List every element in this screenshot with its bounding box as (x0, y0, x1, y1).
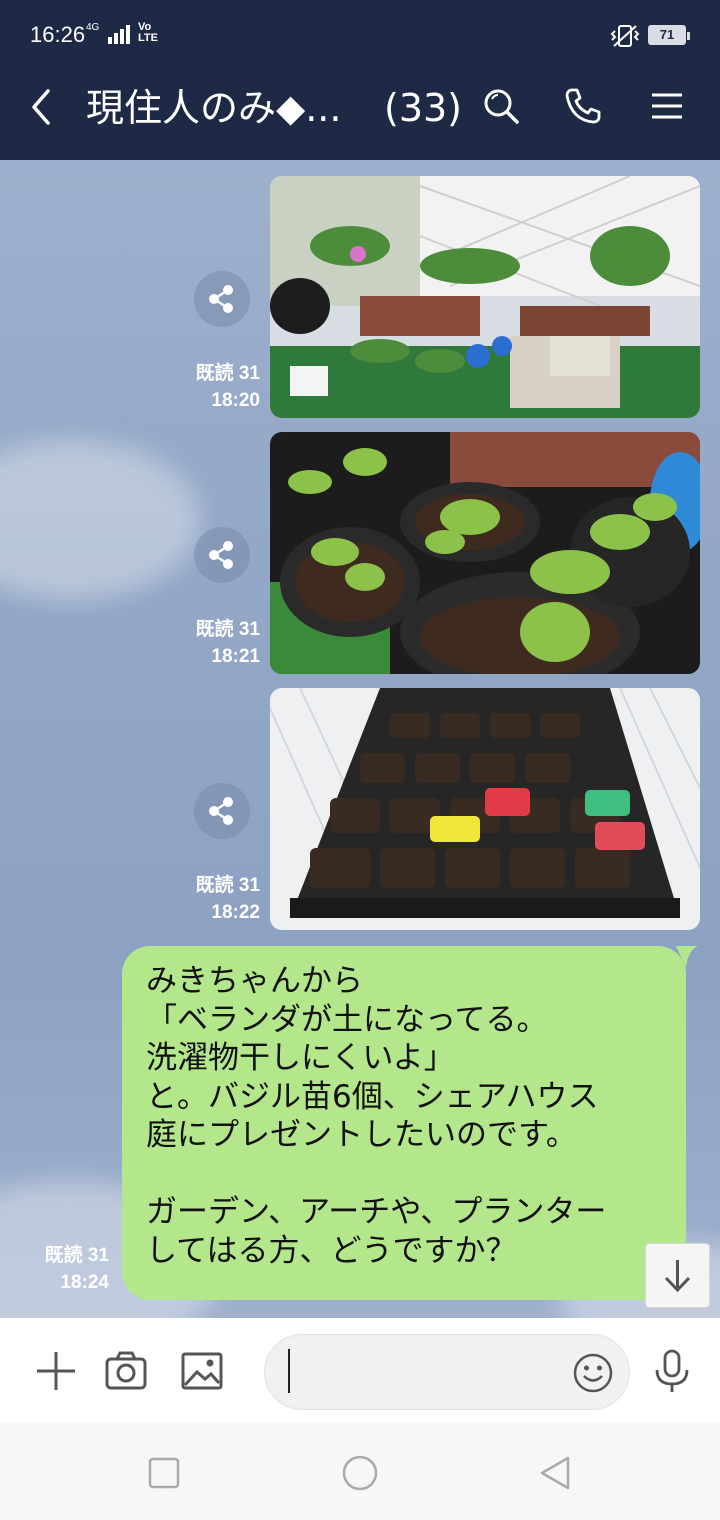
message-input[interactable] (264, 1334, 630, 1410)
message-meta: 既読 31 18:21 (140, 616, 260, 670)
message-line (146, 1155, 666, 1194)
home-icon[interactable] (340, 1453, 380, 1493)
message-input-bar (0, 1318, 720, 1423)
read-count: 既読 31 (195, 875, 260, 896)
message-line: 「ベランダが土になってる。 (146, 1001, 548, 1038)
back-icon[interactable] (24, 85, 64, 129)
read-count: 既読 31 (44, 1245, 109, 1266)
message-line: 洗濯物干しにくいよ」 (146, 1040, 455, 1076)
emoji-icon[interactable] (571, 1351, 615, 1395)
signal-icon (108, 25, 130, 44)
scroll-to-bottom-button[interactable] (645, 1243, 710, 1308)
message-time: 18:24 (60, 1272, 109, 1293)
phone-icon[interactable] (562, 85, 604, 127)
message-line: と。バジル苗6個、シェアハウス (146, 1078, 599, 1115)
vibrate-icon (610, 25, 640, 47)
message-time: 18:20 (211, 390, 260, 411)
member-count: (33) (384, 86, 463, 130)
text-message-bubble[interactable]: みきちゃんから 「ベランダが土になってる。 洗濯物干しにくいよ」 と。バジル苗6… (122, 946, 686, 1300)
message-line: ガーデン、アーチや、プランター (146, 1194, 607, 1230)
shared-photo-seedling-trays[interactable] (270, 688, 700, 930)
arrow-down-icon (664, 1260, 691, 1293)
back-nav-icon[interactable] (536, 1453, 576, 1493)
message-line: してはる方、どうですか？ (146, 1232, 517, 1269)
share-icon (209, 541, 233, 569)
chat-area[interactable]: 既読 31 18:20 既読 31 18:21 既読 31 18:22 みきちゃ… (0, 160, 720, 1318)
camera-icon[interactable] (103, 1348, 149, 1394)
message-meta: 既読 31 18:24 (0, 1242, 109, 1296)
system-nav-bar (0, 1423, 720, 1520)
plus-icon[interactable] (33, 1348, 79, 1394)
share-icon (209, 285, 233, 313)
message-line: 庭にプレゼントしたいのです。 (146, 1117, 577, 1153)
mic-icon[interactable] (650, 1348, 694, 1394)
shared-photo-basil[interactable] (270, 432, 700, 674)
text-caret (288, 1349, 290, 1393)
share-button[interactable] (194, 527, 250, 583)
battery-icon: 71 (648, 25, 690, 45)
chat-title[interactable]: 現住人のみ◆... (86, 85, 341, 131)
image-icon[interactable] (179, 1348, 225, 1394)
share-icon (209, 797, 233, 825)
chat-header: 現住人のみ◆... (33) (0, 55, 720, 160)
recent-apps-icon[interactable] (144, 1453, 184, 1493)
read-count: 既読 31 (195, 363, 260, 384)
message-meta: 既読 31 18:22 (140, 872, 260, 926)
message-time: 18:21 (211, 646, 260, 667)
search-icon[interactable] (480, 85, 522, 127)
share-button[interactable] (194, 271, 250, 327)
message-meta: 既読 31 18:20 (140, 360, 260, 414)
message-line: みきちゃんから (146, 963, 363, 999)
volte-indicator: Vo LTE (138, 21, 158, 44)
message-time: 18:22 (211, 902, 260, 923)
read-count: 既読 31 (195, 619, 260, 640)
status-bar: 16:26 4G Vo LTE 71 (0, 0, 720, 55)
status-time: 16:26 (30, 22, 86, 47)
menu-icon[interactable] (646, 85, 688, 127)
shared-photo-planters[interactable] (270, 176, 700, 418)
share-button[interactable] (194, 783, 250, 839)
network-type: 4G (86, 22, 100, 33)
